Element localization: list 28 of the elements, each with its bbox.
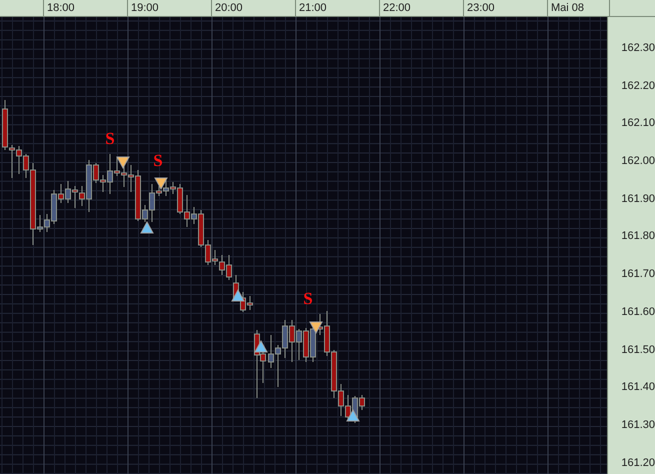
price-label: 161.70: [621, 267, 655, 282]
up-triangle-icon: [254, 340, 268, 352]
down-triangle-icon: [309, 322, 323, 334]
time-label: 19:00: [128, 0, 212, 16]
price-label: 161.80: [621, 229, 655, 244]
price-label: 161.90: [621, 192, 655, 206]
up-triangle-icon: [346, 408, 360, 422]
signal-label: S: [105, 129, 115, 148]
down-triangle-icon: [154, 178, 168, 190]
price-label: 162.20: [621, 78, 655, 93]
price-label: 161.60: [621, 304, 655, 319]
price-label: 162.10: [621, 116, 655, 130]
time-label: 23:00: [464, 0, 548, 16]
time-label: 22:00: [380, 0, 464, 16]
time-label: 21:00: [296, 0, 380, 16]
up-triangle-icon: [231, 288, 245, 302]
up-triangle-icon: [140, 220, 154, 234]
down-triangle-icon: [116, 156, 130, 170]
price-label: 161.50: [621, 342, 655, 356]
signal-label: S: [153, 151, 163, 170]
price-label: 161.40: [621, 380, 655, 394]
time-label: 20:00: [212, 0, 296, 16]
price-label: 161.20: [621, 456, 655, 470]
price-label: 162.00: [621, 154, 655, 168]
time-label: 18:00: [44, 0, 128, 16]
signal-label: S: [303, 289, 313, 308]
price-label: 162.30: [621, 41, 655, 55]
price-label: 161.30: [621, 418, 655, 432]
